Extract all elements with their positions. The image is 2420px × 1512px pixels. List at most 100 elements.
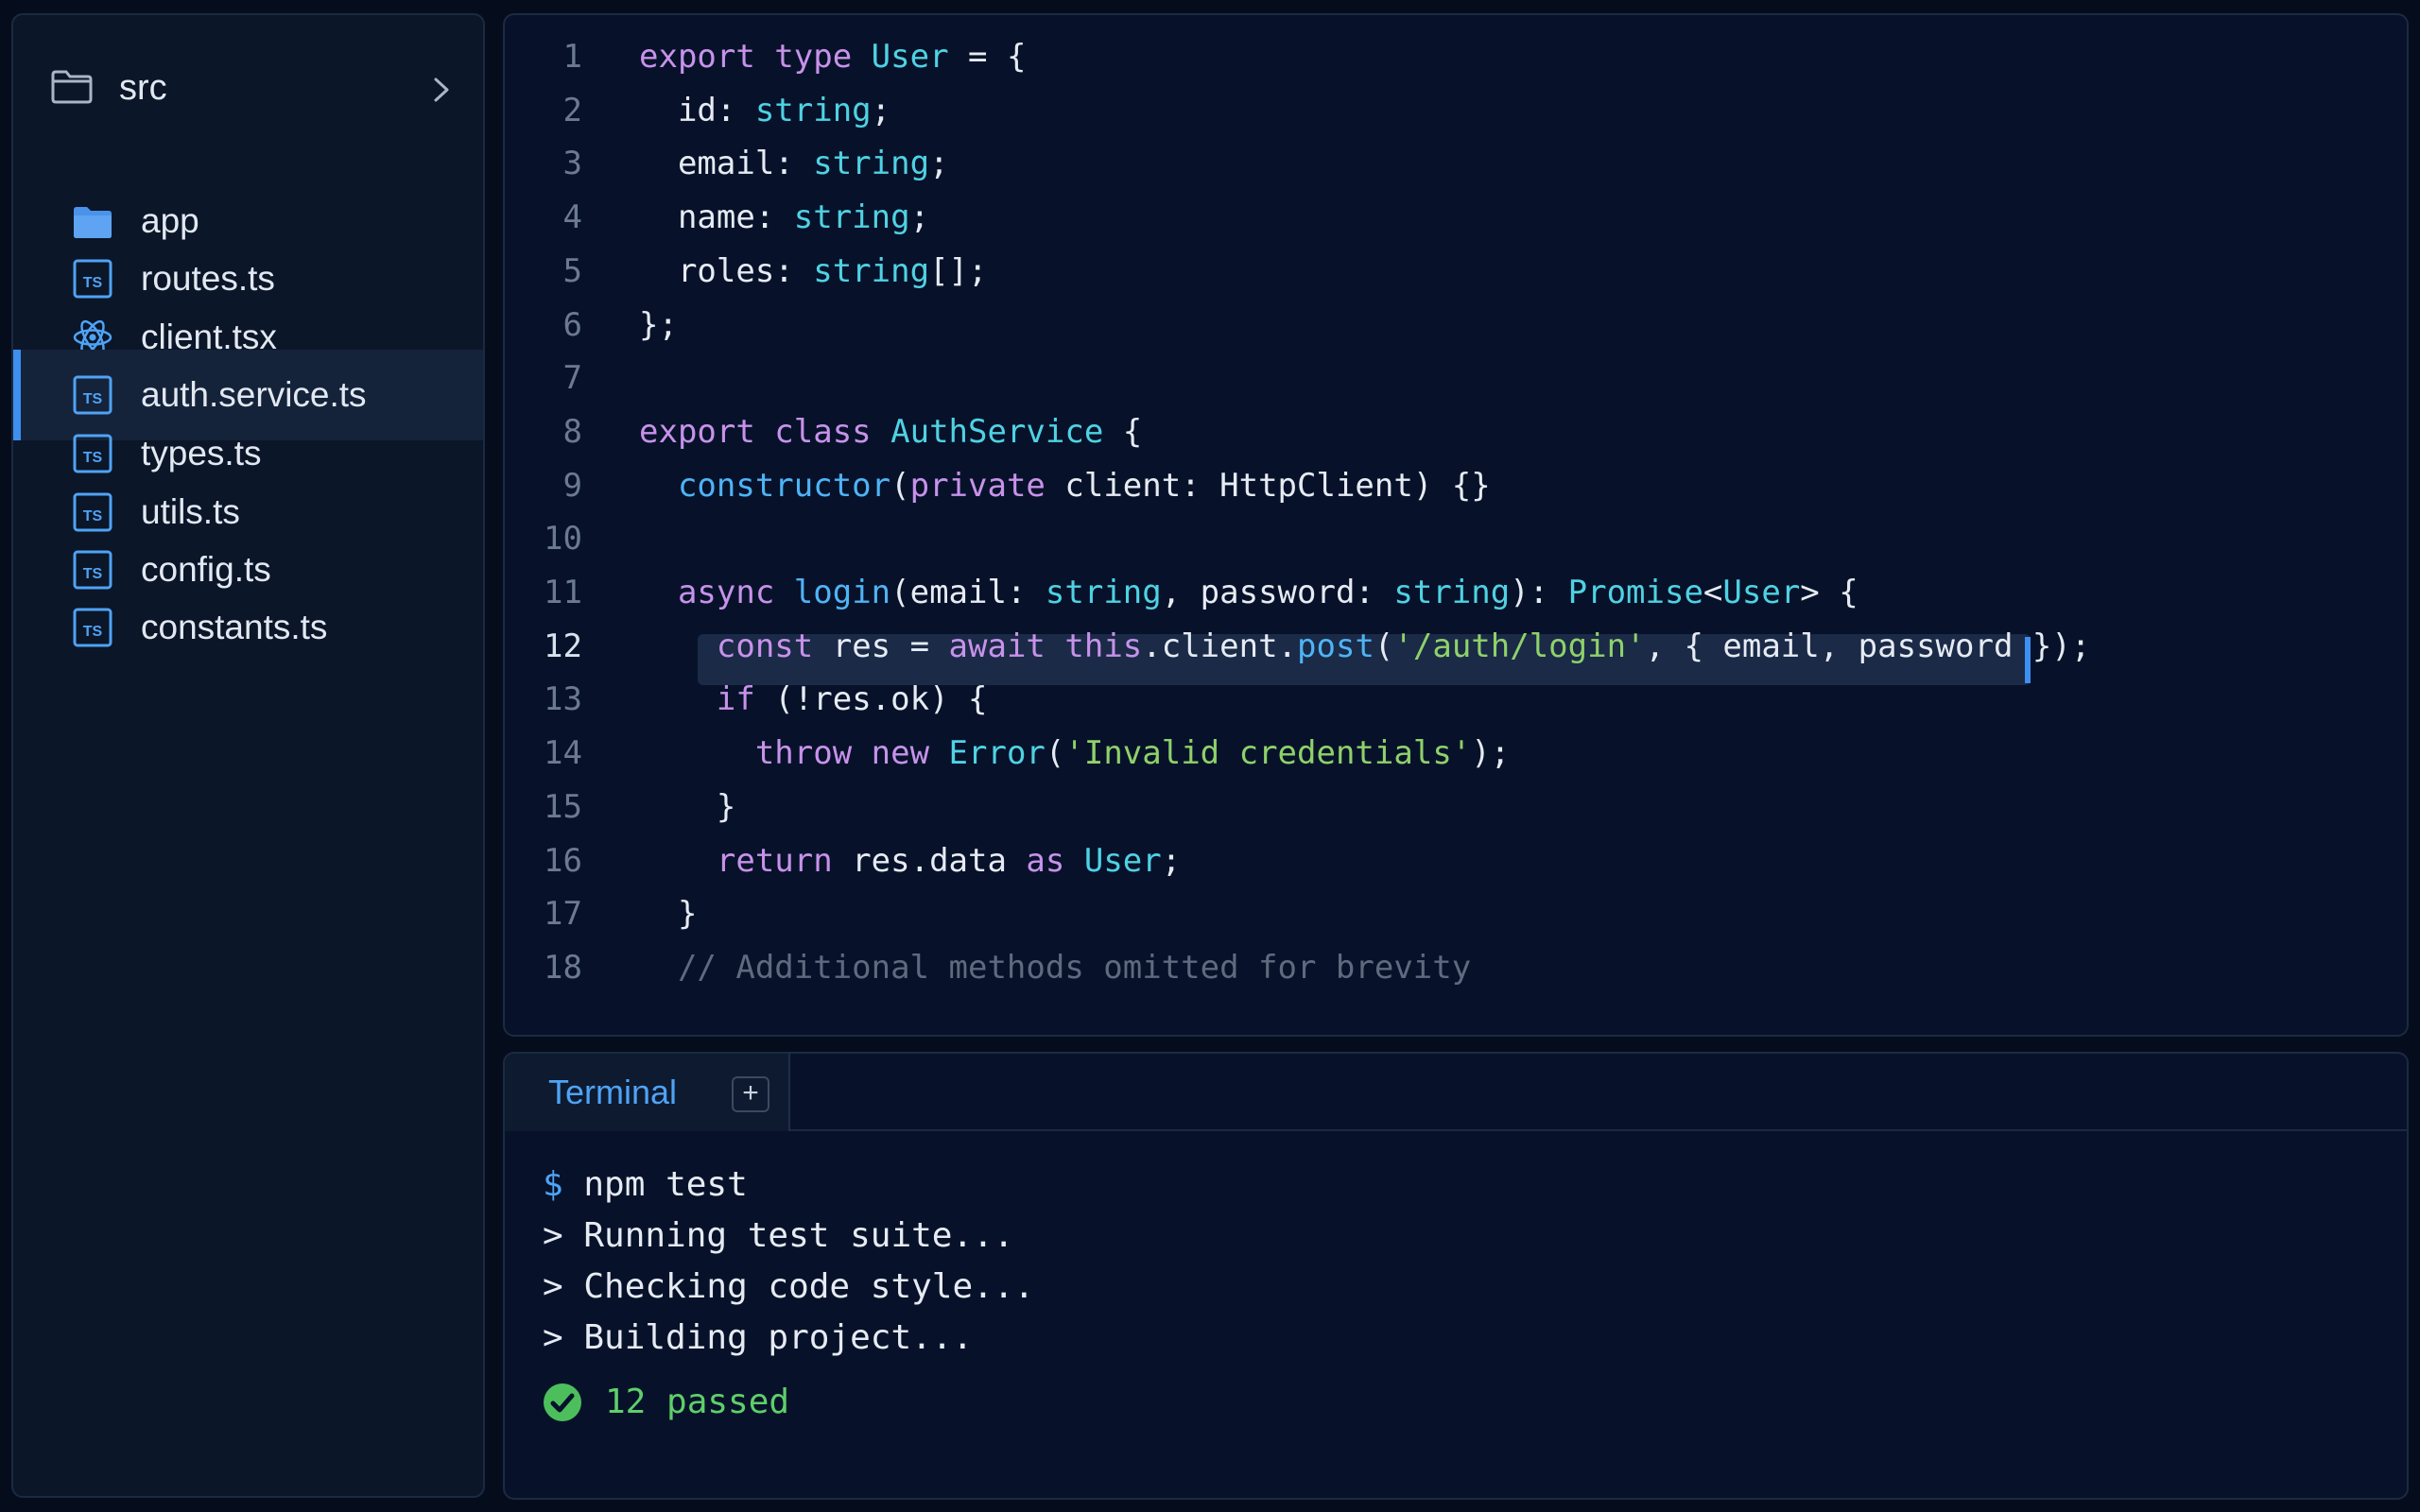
code-token: export xyxy=(639,38,775,76)
code-text: throw new Error('Invalid credentials'); xyxy=(639,727,1510,781)
typescript-file-icon: TS xyxy=(72,607,113,648)
code-editor[interactable]: 1 export type User = {2 id: string; 3 emai… xyxy=(503,13,2409,1037)
code-token: , { email, password }); xyxy=(1645,627,2091,665)
code-text: }; xyxy=(639,299,678,352)
line-number: 17 xyxy=(544,895,582,934)
code-line[interactable]: 9 constructor(private client: HttpClient… xyxy=(505,459,2407,513)
code-line[interactable]: 15 } xyxy=(505,781,2407,834)
line-number: 11 xyxy=(544,574,582,611)
code-token: } xyxy=(639,895,698,934)
code-token: name: xyxy=(639,198,794,237)
ide-window: src app TS routes.ts client.tsx TS auth.servi… xyxy=(0,0,2420,1512)
code-token: .client. xyxy=(1142,627,1298,665)
line-number: 9 xyxy=(562,466,582,505)
code-line[interactable]: 2 id: string; xyxy=(505,84,2407,138)
code-text: email: string; xyxy=(639,137,949,191)
code-line[interactable]: 11 async login(email: string, password: … xyxy=(505,566,2407,620)
line-number: 6 xyxy=(562,305,582,344)
code-token: post xyxy=(1297,627,1374,665)
code-line[interactable]: 18 // Additional methods omitted for bre… xyxy=(505,941,2407,995)
code-token: < xyxy=(1703,574,1723,611)
code-token: string xyxy=(1045,574,1162,611)
folder-label: src xyxy=(119,68,167,108)
terminal-panel[interactable]: Terminal + $ npm test > Running test sui… xyxy=(503,1052,2409,1500)
sidebar-item-label: constants.ts xyxy=(141,608,328,646)
code-token: User xyxy=(1083,841,1162,880)
code-line[interactable]: 14 throw new Error('Invalid credentials'… xyxy=(505,727,2407,781)
code-text: } xyxy=(639,887,697,941)
tab-terminal[interactable]: Terminal + xyxy=(505,1054,790,1131)
code-line[interactable]: 7 xyxy=(505,352,2407,405)
code-token: client: HttpClient) {} xyxy=(1064,466,1491,505)
code-token: , password: xyxy=(1161,574,1394,611)
code-text: } xyxy=(639,781,735,834)
code-token: '/auth/login' xyxy=(1393,627,1646,665)
line-number: 4 xyxy=(562,198,582,237)
new-terminal-button[interactable]: + xyxy=(732,1076,769,1112)
terminal-prompt: $ xyxy=(543,1165,563,1204)
code-line[interactable]: 6}; xyxy=(505,299,2407,352)
code-token: throw xyxy=(754,734,872,773)
terminal-command-line: $ npm test xyxy=(543,1165,748,1204)
code-token: string xyxy=(793,198,910,237)
text-cursor xyxy=(2025,637,2031,683)
sidebar-item-constants-ts[interactable]: TS constants.ts xyxy=(13,582,483,673)
code-token: login xyxy=(793,574,891,611)
code-line[interactable]: 3 email: string; xyxy=(505,137,2407,191)
line-number: 13 xyxy=(544,680,582,719)
code-token: } xyxy=(639,787,736,826)
line-number: 5 xyxy=(562,251,582,290)
code-token: Promise xyxy=(1567,574,1703,611)
code-token: ( xyxy=(890,466,910,505)
code-text: if (!res.ok) { xyxy=(639,673,988,727)
test-result-label: 12 passed xyxy=(605,1383,790,1421)
code-line[interactable]: 13 if (!res.ok) { xyxy=(505,673,2407,727)
code-token: async xyxy=(677,574,794,611)
code-line[interactable]: 12 const res = await this.client.post('/… xyxy=(505,620,2407,674)
code-token: const xyxy=(716,627,833,665)
terminal-output-line: > Checking code style... xyxy=(543,1267,1035,1306)
code-token: 'Invalid credentials' xyxy=(1064,734,1472,773)
code-line[interactable]: 10 xyxy=(505,512,2407,566)
svg-text:TS: TS xyxy=(83,450,103,466)
code-token: { xyxy=(1103,412,1143,451)
code-line[interactable]: 17 } xyxy=(505,887,2407,941)
code-token: ; xyxy=(929,145,949,183)
chevron-right-icon[interactable] xyxy=(430,76,453,104)
code-token: string xyxy=(1393,574,1511,611)
code-line[interactable]: 4 name: string; xyxy=(505,191,2407,245)
svg-text:TS: TS xyxy=(83,566,103,582)
line-number: 3 xyxy=(562,145,582,183)
code-token: User xyxy=(1722,574,1801,611)
line-number: 15 xyxy=(544,787,582,826)
line-number: 18 xyxy=(544,948,582,987)
code-line[interactable]: 1 export type User = { xyxy=(505,30,2407,84)
code-line[interactable]: 5 roles: string[]; xyxy=(505,245,2407,299)
code-token: ( xyxy=(1045,734,1065,773)
code-token: ( xyxy=(1374,627,1394,665)
code-token: res = xyxy=(832,627,949,665)
code-token: }; xyxy=(639,305,678,344)
line-number: 14 xyxy=(544,734,582,773)
code-text: export type User = { xyxy=(639,30,1026,84)
line-number: 16 xyxy=(544,841,582,880)
code-token: as xyxy=(1026,841,1084,880)
terminal-command: npm test xyxy=(583,1165,748,1204)
code-line[interactable]: 8 export class AuthService { xyxy=(505,405,2407,459)
code-token: string xyxy=(754,91,872,129)
svg-text:TS: TS xyxy=(83,275,103,291)
terminal-tab-label: Terminal xyxy=(548,1073,678,1111)
code-token: type xyxy=(774,38,872,76)
code-text: async login(email: string, password: str… xyxy=(639,566,1858,620)
code-line[interactable]: 16 return res.data as User; xyxy=(505,834,2407,888)
folder-src[interactable]: src xyxy=(13,42,483,140)
code-token: res.data xyxy=(852,841,1027,880)
code-token: ): xyxy=(1510,574,1568,611)
code-token: roles: xyxy=(639,251,814,290)
code-token: string xyxy=(813,145,930,183)
